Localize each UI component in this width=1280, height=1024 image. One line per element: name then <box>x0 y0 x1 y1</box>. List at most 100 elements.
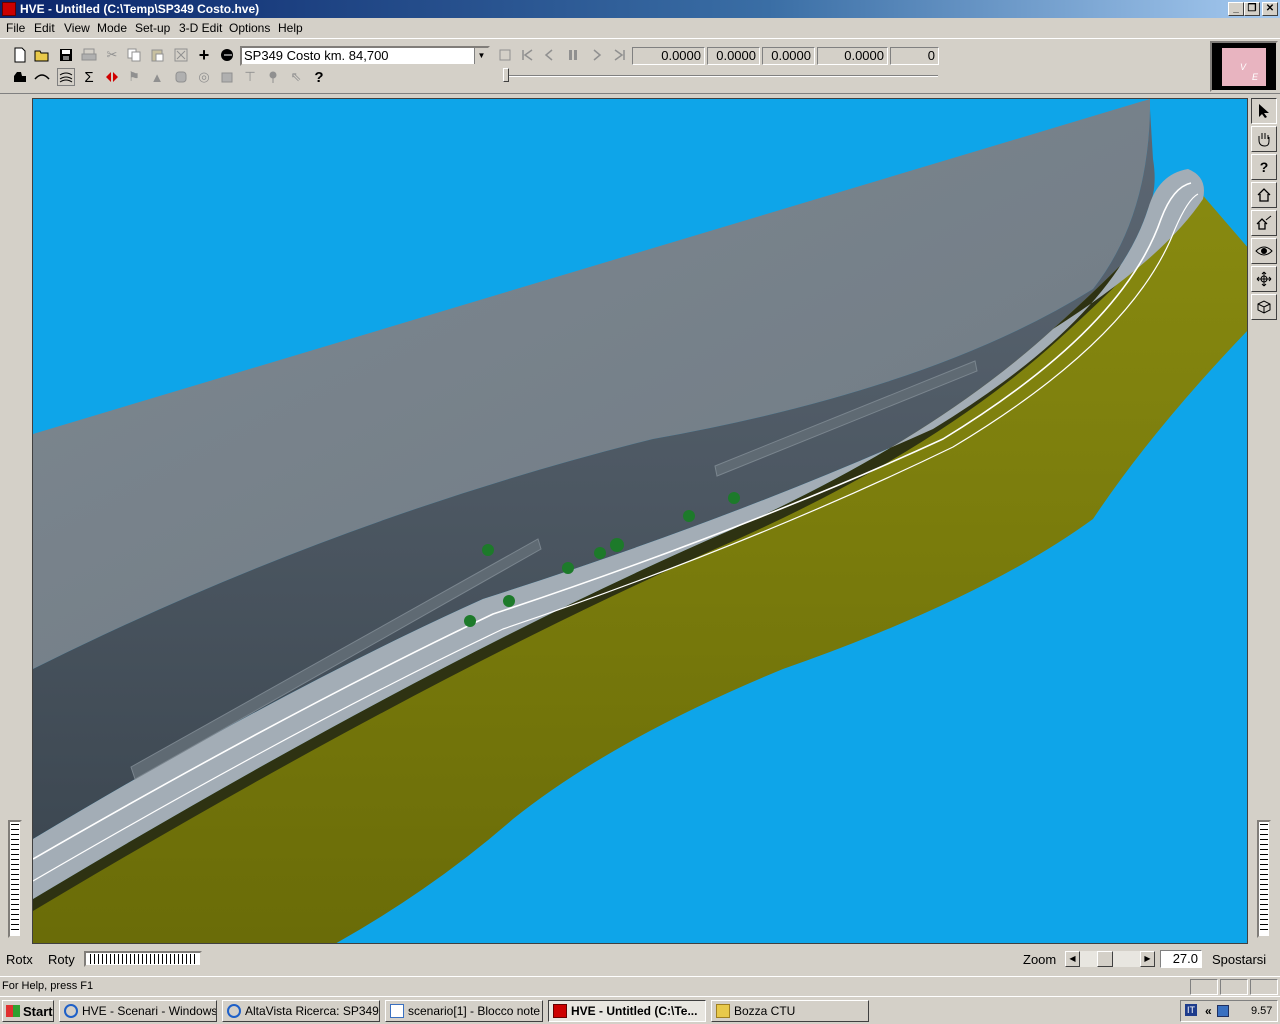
rewind-start-icon[interactable] <box>518 46 536 64</box>
paste-icon[interactable] <box>148 46 166 64</box>
context-help-icon[interactable]: ? <box>310 68 328 86</box>
logo-letter-e: E <box>1252 72 1259 82</box>
mode-label: Spostarsi <box>1212 952 1267 967</box>
zoom-value-field[interactable]: 27.0 <box>1160 950 1202 968</box>
3d-viewport[interactable] <box>32 98 1248 944</box>
environment-select[interactable]: SP349 Costo km. 84,700 ▼ <box>240 46 490 66</box>
task-button-notepad[interactable]: scenario[1] - Blocco note <box>385 1000 543 1022</box>
chevron-down-icon[interactable]: ▼ <box>474 48 488 64</box>
save-icon[interactable] <box>57 46 75 64</box>
t-pole-icon[interactable]: ⊤ <box>241 68 259 86</box>
open-folder-icon[interactable] <box>33 46 51 64</box>
menu-3d-edit[interactable]: 3-D Edit <box>179 21 222 35</box>
move-icon[interactable] <box>1251 266 1277 292</box>
restore-button[interactable]: ❐ <box>1244 2 1260 16</box>
right-toolbar: ? <box>1248 96 1280 946</box>
step-back-icon[interactable] <box>540 46 558 64</box>
zoom-scrollbar[interactable]: ◀ ▶ <box>1065 951 1155 967</box>
stop-icon[interactable] <box>496 46 514 64</box>
step-forward-icon[interactable] <box>588 46 606 64</box>
cursor-back-icon[interactable]: ⇖ <box>287 68 305 86</box>
task-button-altavista[interactable]: AltaVista Ricerca: SP349 ... <box>222 1000 380 1022</box>
copy-icon[interactable] <box>125 46 143 64</box>
flag-icon[interactable]: ⚑ <box>125 68 143 86</box>
task-label: scenario[1] - Blocco note <box>408 1004 541 1018</box>
vehicle-icon[interactable] <box>11 68 29 86</box>
forward-end-icon[interactable] <box>611 46 629 64</box>
split-arrows-icon[interactable] <box>103 68 121 86</box>
readout-z: 0.0000 <box>817 47 888 65</box>
view-cube-icon[interactable] <box>1251 294 1277 320</box>
menu-options[interactable]: Options <box>229 21 270 35</box>
ie-icon <box>227 1004 241 1018</box>
hand-pan-icon[interactable] <box>1251 126 1277 152</box>
language-indicator[interactable]: IT <box>1185 1004 1197 1016</box>
menu-mode[interactable]: Mode <box>97 21 127 35</box>
readout-y: 0.0000 <box>762 47 815 65</box>
left-panel <box>0 96 32 946</box>
box-icon[interactable] <box>218 68 236 86</box>
environment-select-value: SP349 Costo km. 84,700 <box>244 48 389 63</box>
start-button[interactable]: Start <box>2 1000 54 1022</box>
timeline-slider-thumb[interactable] <box>503 68 509 82</box>
pin-icon[interactable] <box>264 68 282 86</box>
menu-view[interactable]: View <box>64 21 90 35</box>
minimize-button[interactable]: _ <box>1228 2 1244 16</box>
zoom-increase-icon[interactable]: ▶ <box>1140 951 1155 967</box>
eye-icon[interactable] <box>1251 238 1277 264</box>
pause-icon[interactable] <box>564 46 582 64</box>
timeline-slider[interactable] <box>505 75 938 77</box>
barrel-icon[interactable] <box>172 68 190 86</box>
taskbar: Start HVE - Scenari - Windows ... AltaVi… <box>0 996 1280 1024</box>
folder-icon <box>716 1004 730 1018</box>
windows-logo-icon <box>6 1005 20 1017</box>
pan-hand-icon[interactable] <box>218 46 236 64</box>
roty-label: Roty <box>48 952 75 967</box>
task-label: AltaVista Ricerca: SP349 ... <box>245 1004 380 1018</box>
menu-setup[interactable]: Set-up <box>135 21 170 35</box>
print-icon[interactable] <box>80 46 98 64</box>
task-label: Bozza CTU <box>734 1004 796 1018</box>
task-button-bozza-ctu[interactable]: Bozza CTU <box>711 1000 869 1022</box>
task-label: HVE - Untitled (C:\Te... <box>571 1004 698 1018</box>
help-icon[interactable]: ? <box>1251 154 1277 180</box>
home-icon[interactable] <box>1251 182 1277 208</box>
cut-icon[interactable]: ✂ <box>103 46 121 64</box>
notepad-icon <box>390 1004 404 1018</box>
status-pane-3 <box>1250 979 1278 995</box>
elevation-slider[interactable] <box>1257 820 1271 938</box>
terrain-icon[interactable] <box>57 68 75 86</box>
hve-app-icon <box>553 1004 567 1018</box>
system-tray: IT « 9.57 <box>1180 1000 1278 1022</box>
add-object-icon[interactable]: + <box>195 45 213 65</box>
delete-icon[interactable] <box>172 46 190 64</box>
menu-file[interactable]: File <box>6 21 25 35</box>
task-button-hve-untitled[interactable]: HVE - Untitled (C:\Te... <box>548 1000 706 1022</box>
new-file-icon[interactable] <box>11 46 29 64</box>
menu-edit[interactable]: Edit <box>34 21 55 35</box>
menu-help[interactable]: Help <box>278 21 303 35</box>
zoom-label: Zoom <box>1023 952 1057 967</box>
clock[interactable]: 9.57 <box>1251 1005 1272 1017</box>
status-pane-2 <box>1220 979 1248 995</box>
wheel-icon[interactable]: ◎ <box>195 68 213 86</box>
title-bar: HVE - Untitled (C:\Temp\SP349 Costo.hve)… <box>0 0 1280 18</box>
rotation-z-slider[interactable] <box>8 820 22 938</box>
readout-time: 0.0000 <box>632 47 705 65</box>
zoom-decrease-icon[interactable]: ◀ <box>1065 951 1080 967</box>
home-zoom-icon[interactable] <box>1251 210 1277 236</box>
zoom-scroll-thumb[interactable] <box>1097 951 1113 967</box>
rotation-y-slider[interactable] <box>84 951 202 967</box>
toolbar-area: ✂ + SP349 Costo km. 84,700 ▼ 0.0000 0.00… <box>0 38 1280 94</box>
app-icon[interactable] <box>2 2 16 16</box>
select-arrow-icon[interactable] <box>1251 98 1277 124</box>
network-icon[interactable] <box>1217 1005 1229 1017</box>
triangle-icon[interactable]: ▲ <box>148 68 166 86</box>
path-icon[interactable] <box>33 68 51 86</box>
close-button[interactable]: ✕ <box>1262 2 1278 16</box>
view-controls-bar: Rotx Roty Zoom ◀ ▶ 27.0 Spostarsi <box>0 946 1280 974</box>
task-button-hve-scenari[interactable]: HVE - Scenari - Windows ... <box>59 1000 217 1022</box>
sum-icon[interactable]: Σ <box>80 68 98 86</box>
ie-icon <box>64 1004 78 1018</box>
tray-chevron-icon[interactable]: « <box>1205 1004 1212 1018</box>
